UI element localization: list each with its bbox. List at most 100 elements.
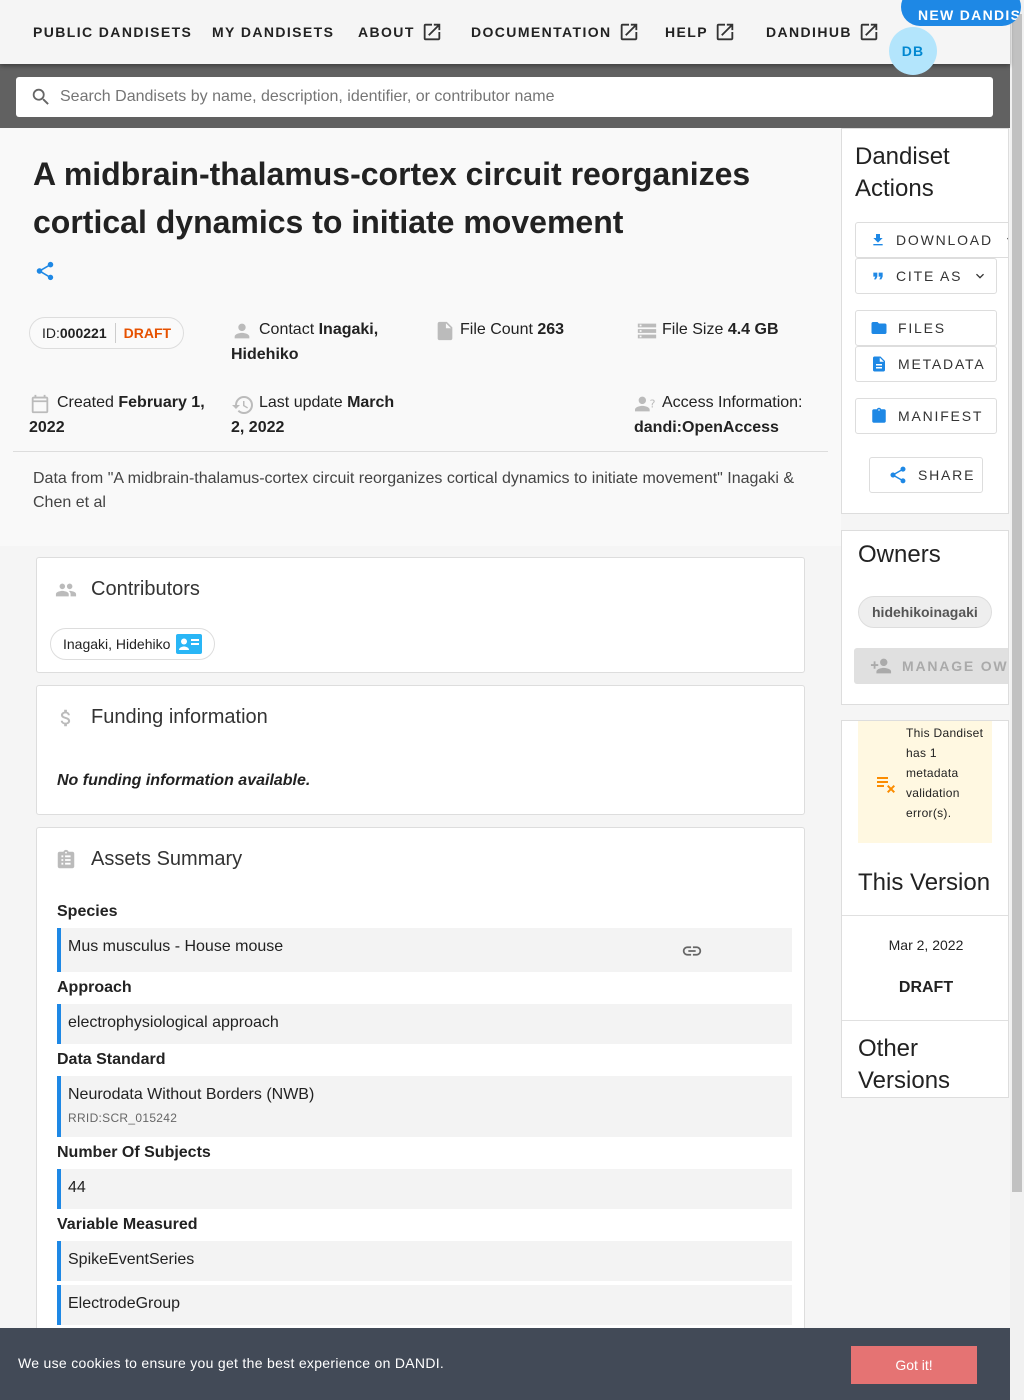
version-status[interactable]: DRAFT — [842, 979, 1008, 997]
calendar-icon — [29, 393, 51, 415]
person-question-icon: ? — [634, 393, 658, 415]
owner-chip[interactable]: hidehikoinagaki — [858, 596, 992, 628]
search-box — [16, 77, 993, 117]
nav-public-dandisets[interactable]: PUBLIC DANDISETS — [33, 0, 192, 64]
species-value: Mus musculus - House mouse — [57, 928, 792, 972]
scrollbar-thumb[interactable] — [1012, 14, 1022, 1192]
version-date[interactable]: Mar 2, 2022 — [842, 937, 1008, 953]
nav-label: ABOUT — [358, 24, 415, 40]
clipboard-icon — [870, 407, 888, 425]
approach-label: Approach — [57, 979, 132, 996]
share-icon — [888, 465, 908, 485]
file-size: 4.4 GB — [727, 321, 779, 338]
folder-icon — [870, 319, 888, 337]
variable-text: SpikeEventSeries — [68, 1251, 195, 1268]
status-badge: DRAFT — [123, 325, 172, 341]
contributor-name: Inagaki, Hidehiko — [63, 636, 171, 652]
metadata-button[interactable]: METADATA — [855, 346, 997, 382]
user-avatar[interactable]: DB — [889, 27, 937, 75]
subjects-value: 44 — [57, 1169, 792, 1209]
card-title: Funding information — [91, 706, 268, 728]
button-label: MANIFEST — [898, 408, 984, 424]
access-info: ? Access Information: dandi:OpenAccess — [634, 390, 824, 440]
dollar-icon — [55, 707, 77, 729]
search-input[interactable] — [60, 88, 960, 106]
nav-label: DOCUMENTATION — [471, 24, 612, 40]
button-label: MANAGE OWNERS — [902, 658, 1009, 674]
id-prefix: ID: — [42, 325, 60, 341]
cookie-banner: We use cookies to ensure you get the bes… — [0, 1328, 1010, 1400]
open-in-new-icon — [858, 21, 880, 43]
share-button[interactable]: SHARE — [869, 457, 983, 493]
variable-value: ElectrodeGroup — [57, 1285, 792, 1325]
variable-text: ElectrodeGroup — [68, 1295, 181, 1312]
button-label: DOWNLOAD — [896, 232, 993, 248]
file-count: 263 — [537, 321, 565, 338]
panel-title: Owners — [858, 541, 941, 568]
contributors-card: Contributors Inagaki, Hidehiko — [36, 557, 805, 673]
document-icon — [870, 355, 888, 373]
top-navigation: PUBLIC DANDISETS MY DANDISETS ABOUT DOCU… — [0, 0, 1021, 75]
approach-value: electrophysiological approach — [57, 1004, 792, 1044]
card-title: Assets Summary — [91, 848, 243, 870]
nav-help[interactable]: HELP — [665, 0, 736, 64]
card-header: Funding information — [55, 706, 268, 729]
other-versions-title: Other Versions — [858, 1035, 951, 1094]
chevron-down-icon — [972, 268, 988, 284]
person-icon — [231, 320, 253, 342]
open-in-new-icon — [714, 21, 736, 43]
dandiset-id: 000221 — [59, 325, 107, 341]
divider — [842, 915, 1008, 916]
storage-icon — [636, 320, 658, 342]
contributor-chip[interactable]: Inagaki, Hidehiko — [50, 628, 216, 660]
dandiset-actions-panel: Dandiset Actions DOWNLOAD CITE AS FILES … — [841, 128, 1009, 514]
cookie-accept-button[interactable]: Got it! — [851, 1346, 977, 1384]
panel-title: Dandiset Actions — [855, 143, 950, 202]
nav-label: DANDIHUB — [766, 24, 852, 40]
header-divider — [13, 451, 828, 452]
search-icon — [30, 86, 52, 108]
species-text: Mus musculus - House mouse — [68, 938, 284, 955]
history-icon — [231, 393, 255, 417]
cite-as-button[interactable]: CITE AS — [855, 258, 997, 294]
download-button[interactable]: DOWNLOAD — [855, 222, 1008, 258]
nav-dandihub[interactable]: DANDIHUB — [766, 0, 880, 64]
no-funding-text: No funding information available. — [57, 772, 311, 789]
files-button[interactable]: FILES — [855, 310, 997, 346]
data-standard-label: Data Standard — [57, 1051, 166, 1068]
open-in-new-icon — [618, 21, 640, 43]
page-title: A midbrain-thalamus-cortex circuit reorg… — [33, 156, 751, 240]
nav-documentation[interactable]: DOCUMENTATION — [471, 0, 640, 64]
download-icon — [870, 232, 886, 248]
manifest-button[interactable]: MANIFEST — [855, 398, 997, 434]
manage-owners-button[interactable]: MANAGE OWNERS — [854, 648, 1009, 684]
button-label: METADATA — [898, 356, 986, 372]
data-standard-text: Neurodata Without Borders (NWB) — [68, 1086, 315, 1103]
dandiset-description: Data from "A midbrain-thalamus-cortex ci… — [33, 470, 794, 511]
access-value: dandi:OpenAccess — [634, 419, 779, 436]
funding-card: Funding information No funding informati… — [36, 685, 805, 815]
nav-label: HELP — [665, 24, 708, 40]
divider — [842, 1020, 1008, 1021]
card-header: Contributors — [55, 578, 200, 601]
card-title: Contributors — [91, 578, 200, 600]
nav-about[interactable]: ABOUT — [358, 0, 443, 64]
dandiset-id-chip[interactable]: ID: 000221 DRAFT — [29, 317, 185, 349]
button-label: CITE AS — [896, 268, 963, 284]
person-add-icon — [870, 655, 892, 677]
species-label: Species — [57, 903, 118, 920]
card-header: Assets Summary — [55, 848, 242, 871]
link-icon[interactable] — [681, 940, 703, 962]
page-scrollbar[interactable] — [1010, 0, 1024, 1400]
updated-info: Last update March 2, 2022 — [231, 390, 411, 440]
share-icon[interactable] — [34, 260, 56, 282]
dandiset-header: A midbrain-thalamus-cortex circuit reorg… — [0, 128, 841, 546]
search-bar-area — [0, 64, 1010, 128]
new-dandiset-button[interactable]: NEW DANDISET — [901, 0, 1021, 26]
file-size-info: File Size 4.4 GB — [636, 317, 816, 342]
nav-my-dandisets[interactable]: MY DANDISETS — [212, 0, 334, 64]
validation-warning[interactable]: This Dandiset has 1 metadata validation … — [858, 721, 992, 843]
button-label: SHARE — [918, 467, 976, 483]
group-icon — [55, 579, 77, 601]
rrid-text: RRID:SCR_015242 — [68, 1111, 178, 1125]
